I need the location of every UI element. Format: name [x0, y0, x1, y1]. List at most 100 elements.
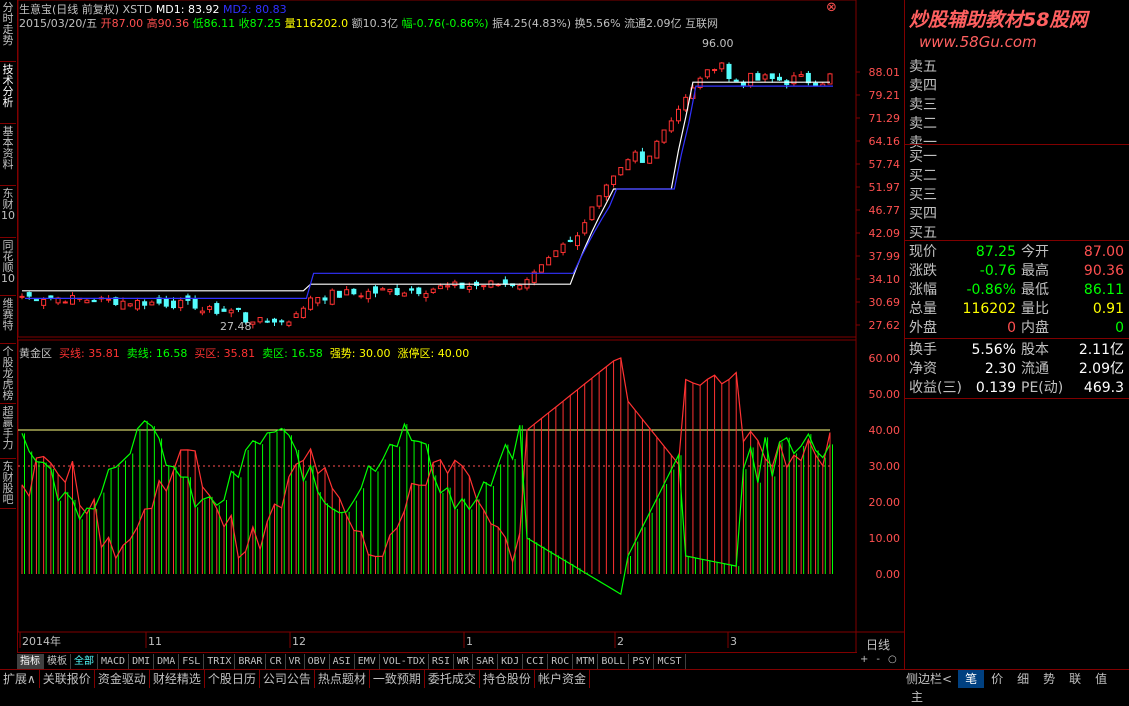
right-bottom-tab-3[interactable]: 细 — [1010, 670, 1036, 688]
indicator-tab-cr[interactable]: CR — [266, 654, 286, 669]
candle-body — [654, 140, 660, 159]
quote-divider — [905, 240, 1129, 241]
candle-body — [538, 264, 544, 273]
header-volume: 量116202.0 — [284, 17, 349, 30]
right-bottom-tab-2[interactable]: 价 — [984, 670, 1010, 688]
candle-body — [351, 288, 357, 295]
candle-body — [416, 287, 422, 295]
indicator-tab-dma[interactable]: DMA — [154, 654, 180, 669]
order-sell-row: 卖四 — [909, 77, 1128, 96]
indicator-tab-roc[interactable]: ROC — [548, 654, 574, 669]
indicator-tick-label: 20.00 — [869, 496, 901, 509]
bottom-tab-7[interactable]: 一致预期 — [370, 670, 425, 688]
bottom-tab-9[interactable]: 持仓股份 — [480, 670, 535, 688]
quote-label: 最低 — [1021, 282, 1049, 298]
candle-body — [279, 320, 285, 323]
indicator-tab-dmi[interactable]: DMI — [129, 654, 155, 669]
candle-body — [221, 308, 227, 312]
bottom-tab-10[interactable]: 帐户资金 — [535, 670, 590, 688]
right-bottom-tab-7[interactable]: 主 — [904, 688, 930, 706]
zoom-in-button[interactable]: + — [860, 654, 876, 665]
candle-body — [603, 184, 609, 198]
candle-body — [704, 69, 710, 78]
period-label[interactable]: 日线 — [866, 636, 890, 653]
bottom-tab-1[interactable]: 关联报价 — [40, 670, 95, 688]
indicator-tab-rsi[interactable]: RSI — [429, 654, 454, 669]
header-float: 流通2.09亿 — [624, 17, 682, 30]
candle-body — [582, 222, 588, 234]
indicator-tick-label: 10.00 — [869, 532, 901, 545]
right-bottom-tab-0[interactable]: 侧边栏< — [904, 670, 958, 688]
indicator-tab-vol-tdx[interactable]: VOL-TDX — [380, 654, 429, 669]
quote-label: 涨幅 — [909, 282, 937, 298]
indicator-tab-wr[interactable]: WR — [454, 654, 474, 669]
order-level-label: 买四 — [909, 206, 937, 222]
indicator-tab-全部[interactable]: 全部 — [71, 654, 98, 669]
header-date: 2015/03/20/五 — [19, 17, 98, 30]
bottom-tab-0[interactable]: 扩展∧ — [0, 670, 40, 688]
fund-row: 换手 5.56% 股本 2.11亿 — [909, 341, 1128, 360]
bottom-tab-5[interactable]: 公司公告 — [260, 670, 315, 688]
indicator-tab-boll[interactable]: BOLL — [598, 654, 630, 669]
bottom-tab-6[interactable]: 热点题材 — [315, 670, 370, 688]
header-open: 开87.00 — [100, 17, 144, 30]
quote-label: 今开 — [1021, 244, 1049, 260]
indicator-tab-obv[interactable]: OBV — [305, 654, 330, 669]
right-bottom-tab-5[interactable]: 联 — [1062, 670, 1088, 688]
candle-body — [62, 301, 68, 304]
indicator-tab-vr[interactable]: VR — [286, 654, 305, 669]
indicator-tab-mcst[interactable]: MCST — [654, 654, 686, 669]
fund-row: 收益(三) 0.139 PE(动) 469.3 — [909, 379, 1128, 398]
zoom-buttons[interactable]: +-○ — [860, 654, 905, 665]
candle-body — [560, 243, 566, 253]
indicator-tab-asi[interactable]: ASI — [330, 654, 355, 669]
quote-label: 外盘 — [909, 320, 937, 336]
indicator-tick-label: 60.00 — [869, 352, 901, 365]
zoom-reset-button[interactable]: ○ — [888, 654, 905, 665]
candle-body — [546, 257, 552, 266]
indicator-tab-指标[interactable]: 指标 — [17, 654, 44, 669]
indicator-tab-kdj[interactable]: KDJ — [498, 654, 524, 669]
right-bottom-tab-4[interactable]: 势 — [1036, 670, 1062, 688]
right-bottom-tab-1[interactable]: 笔 — [958, 670, 985, 688]
candle-body — [235, 307, 241, 310]
bottom-tab-4[interactable]: 个股日历 — [205, 670, 260, 688]
candle-body — [430, 288, 436, 293]
indicator-tab-cci[interactable]: CCI — [523, 654, 549, 669]
price-tick-label: 88.01 — [869, 66, 901, 79]
bottom-tab-2[interactable]: 资金驱动 — [95, 670, 150, 688]
quote-label: 总量 — [909, 301, 937, 317]
indicator-tab-模板[interactable]: 模板 — [44, 654, 71, 669]
zoom-out-button[interactable]: - — [876, 654, 888, 665]
indicator-tab-fsl[interactable]: FSL — [179, 654, 205, 669]
order-sell-row: 卖三 — [909, 96, 1128, 115]
candle-body — [618, 167, 624, 176]
candle-body — [315, 296, 321, 304]
bottom-tab-8[interactable]: 委托成交 — [425, 670, 480, 688]
indicator-tab-emv[interactable]: EMV — [355, 654, 380, 669]
candle-body — [437, 285, 443, 290]
quote-value: -0.76 — [979, 263, 1016, 279]
indicator-tab-mtm[interactable]: MTM — [573, 654, 599, 669]
close-icon[interactable]: ⊗ — [826, 0, 837, 15]
bottom-tab-3[interactable]: 财经精选 — [150, 670, 205, 688]
candle-body — [762, 74, 768, 80]
candle-body — [26, 292, 32, 297]
high-annotation: 96.00 — [702, 37, 734, 50]
candle-body — [596, 195, 602, 207]
indicator-tab-brar[interactable]: BRAR — [235, 654, 267, 669]
order-level-label: 买一 — [909, 149, 937, 165]
indicator-tab-sar[interactable]: SAR — [473, 654, 499, 669]
order-level-label: 卖四 — [909, 78, 937, 94]
indicator-tab-trix[interactable]: TRIX — [204, 654, 236, 669]
indicator-tab-psy[interactable]: PSY — [629, 654, 655, 669]
quote-label: 股本 — [1021, 342, 1049, 358]
md1-line — [22, 81, 830, 292]
quote-value: 0 — [1007, 320, 1016, 336]
quote-value: 116202 — [962, 301, 1016, 317]
indicator-tab-macd[interactable]: MACD — [98, 654, 130, 669]
candle-body — [365, 290, 371, 300]
quote-value: 87.25 — [975, 244, 1016, 260]
kline-chart[interactable]: 88.01 79.21 71.29 64.16 57.74 51.97 46.77 42.09… — [0, 0, 904, 670]
right-bottom-tab-6[interactable]: 值 — [1088, 670, 1114, 688]
